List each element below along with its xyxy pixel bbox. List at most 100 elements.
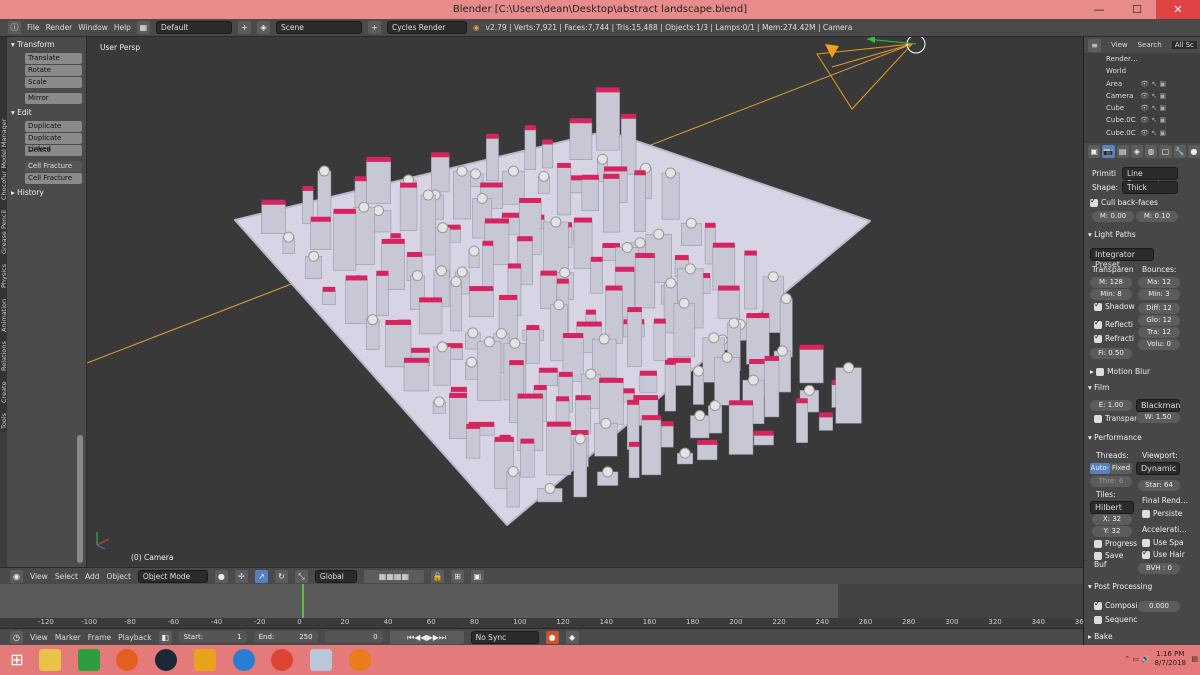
add-scene-icon[interactable]: + (367, 21, 381, 34)
maximize-button[interactable]: ☐ (1118, 0, 1156, 19)
primitive-select[interactable]: Line Segments (1122, 167, 1178, 188)
windows-start-icon[interactable]: ⊞ (6, 649, 28, 671)
film-header[interactable]: ▾ Film (1084, 383, 1200, 392)
scene-select[interactable]: Scene (275, 21, 362, 34)
menu-render[interactable]: Render (46, 23, 73, 32)
threads-count-field[interactable]: Thre: 6 (1090, 476, 1132, 487)
progressive-refine-checkbox[interactable]: Progress (1090, 539, 1138, 548)
add-layout-icon[interactable]: + (237, 21, 251, 34)
editor-type-icon[interactable]: ◉ (10, 569, 23, 583)
record-icon[interactable]: ● (545, 630, 559, 644)
outliner-search-menu[interactable]: Search (1138, 41, 1162, 49)
filter-width-field[interactable]: W: 1.50 (1136, 412, 1180, 423)
cell-fracture-button[interactable]: Cell Fracture (25, 173, 82, 184)
tl-menu-playback[interactable]: Playback (118, 633, 151, 642)
outliner-item[interactable]: Camera 👁 ↖ ▣ (1084, 90, 1200, 102)
tl-menu-frame[interactable]: Frame (88, 633, 111, 642)
scale-button[interactable]: Scale (25, 77, 82, 88)
menu-window[interactable]: Window (78, 23, 108, 32)
visibility-icons[interactable]: 👁 ↖ ▣ (1140, 102, 1166, 114)
duplicate-linked-button[interactable]: Duplicate Linked (25, 133, 82, 153)
world-tab-icon[interactable]: ◍ (1145, 144, 1158, 158)
render-preview-icon[interactable]: ▣ (470, 569, 484, 583)
bounces-max-field[interactable]: Ma: 12 (1138, 277, 1180, 288)
minimize-button[interactable]: — (1080, 0, 1118, 19)
steam-icon[interactable] (155, 649, 177, 671)
start-frame-field[interactable]: Start: 1 (178, 631, 247, 643)
pivot-icon[interactable]: ✢ (234, 569, 248, 583)
exposure-field[interactable]: E: 1.00 (1090, 400, 1132, 411)
current-frame-cursor[interactable] (302, 584, 304, 618)
manipulator-icon[interactable]: ↗ (254, 569, 268, 583)
tool-shelf-scrollbar[interactable] (77, 435, 83, 563)
rotate-manip-icon[interactable]: ↻ (274, 569, 288, 583)
scene-icon[interactable]: ◈ (256, 21, 270, 34)
tl-menu-marker[interactable]: Marker (55, 633, 81, 642)
tile-y-field[interactable]: Y: 32 (1092, 526, 1132, 537)
scene-tab-icon[interactable]: ◈ (1130, 144, 1143, 158)
menu-help[interactable]: Help (114, 23, 131, 32)
light-paths-header[interactable]: ▾ Light Paths (1084, 230, 1200, 239)
sequencer-checkbox[interactable]: Sequenc (1090, 615, 1138, 624)
chrome-icon[interactable] (271, 649, 293, 671)
half-life-icon[interactable] (194, 649, 216, 671)
current-frame-field[interactable]: 0 (324, 631, 383, 643)
modifier-tab-icon[interactable]: 🔧 (1173, 144, 1186, 158)
transparent-checkbox[interactable]: Transpar (1090, 414, 1138, 423)
bvh-time-steps-field[interactable]: BVH : 0 (1138, 563, 1180, 574)
orientation-select[interactable]: Global (314, 569, 357, 583)
outliner-editor-icon[interactable]: ≡ (1088, 38, 1101, 52)
render-tab-icon[interactable]: 📷 (1102, 144, 1115, 158)
shading-icon[interactable]: ● (214, 569, 228, 583)
visibility-icons[interactable]: 👁 ↖ ▣ (1140, 114, 1166, 126)
snap-icon[interactable]: ⊞ (450, 569, 464, 583)
close-button[interactable]: ✕ (1156, 0, 1200, 19)
diffuse-bounces-field[interactable]: Diff: 12 (1138, 303, 1180, 314)
timeline-area[interactable]: -120 -100 -80 -60 -40 -20 0 20 40 60 80 100 120 140 16… (0, 584, 1088, 628)
threads-fixed-button[interactable]: Fixed (1110, 463, 1132, 474)
glossy-bounces-field[interactable]: Glo: 12 (1138, 315, 1180, 326)
outliner-item[interactable]: Cube.0C 👁 ↖ ▣ (1084, 127, 1200, 139)
outliner-item[interactable]: Render… (1084, 53, 1200, 65)
outliner-item[interactable]: Area 👁 ↖ ▣ (1084, 78, 1200, 90)
use-spatial-splits-checkbox[interactable]: Use Spa (1138, 538, 1198, 547)
filter-glossy-field[interactable]: Fi: 0.50 (1090, 348, 1132, 359)
tl-menu-view[interactable]: View (30, 633, 48, 642)
duplicate-button[interactable]: Duplicate (25, 121, 82, 132)
menu-add[interactable]: Add (85, 572, 100, 581)
translate-button[interactable]: Translate (25, 53, 82, 64)
motion-blur-header[interactable]: ▸ Motion Blur (1084, 367, 1200, 376)
rotate-button[interactable]: Rotate (25, 65, 82, 76)
bounces-min-field[interactable]: Min: 3 (1138, 289, 1180, 300)
menu-object[interactable]: Object (106, 572, 130, 581)
outliner-item[interactable]: Cube.0C 👁 ↖ ▣ (1084, 114, 1200, 126)
tray-icons[interactable]: ⌃ ▭ 🔊 (1124, 655, 1150, 663)
object-tab-icon[interactable]: ▢ (1159, 144, 1172, 158)
outliner-item[interactable]: Cube 👁 ↖ ▣ (1084, 102, 1200, 114)
firefox-icon[interactable] (116, 649, 138, 671)
mirror-button[interactable]: Mirror (25, 93, 82, 104)
excel-icon[interactable] (78, 649, 100, 671)
filter-type-select[interactable]: Blackman (1136, 399, 1180, 412)
transparent-min-field[interactable]: Min: 8 (1090, 289, 1132, 300)
material-tab-icon[interactable]: ● (1187, 144, 1200, 158)
outliner-display-select[interactable]: All Sc (1171, 41, 1197, 49)
timeline-editor-icon[interactable]: ◷ (10, 630, 23, 644)
shape-select[interactable]: Thick (1122, 181, 1178, 194)
visibility-icons[interactable]: 👁 ↖ ▣ (1140, 127, 1166, 139)
scale-manip-icon[interactable]: ⤡ (294, 569, 308, 583)
transparent-max-field[interactable]: M: 128 (1090, 277, 1132, 288)
clock[interactable]: 1:16 PM 8/7/2018 (1155, 650, 1186, 668)
mode-select[interactable]: Object Mode (137, 569, 208, 583)
info-editor-icon[interactable]: ⓘ (8, 21, 21, 34)
start-resolution-field[interactable]: Star: 64 (1138, 480, 1180, 491)
preview-range-icon[interactable]: ◧ (158, 630, 172, 644)
sync-select[interactable]: No Sync (470, 630, 539, 644)
layout-select[interactable]: Default (155, 21, 232, 34)
end-frame-field[interactable]: End: 250 (253, 631, 318, 643)
outliner-view-menu[interactable]: View (1111, 41, 1128, 49)
layout-icon[interactable]: ▦ (136, 21, 150, 34)
bake-header[interactable]: ▸ Bake (1084, 632, 1200, 641)
lock-icon[interactable]: 🔒 (430, 569, 444, 583)
cull-backfaces-checkbox[interactable]: Cull back-faces (1084, 196, 1200, 207)
